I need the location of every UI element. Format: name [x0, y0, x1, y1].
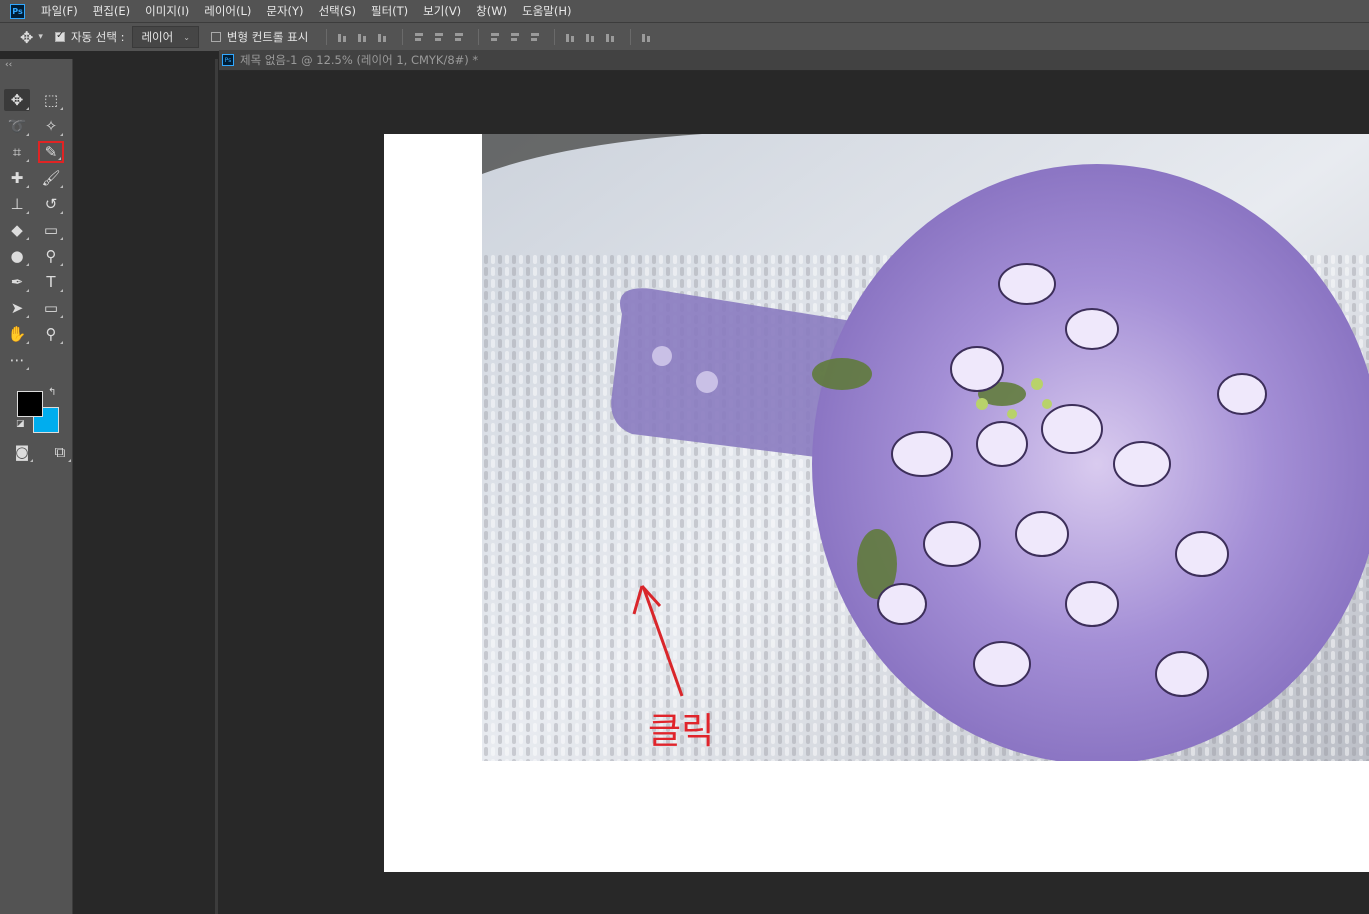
menu-view[interactable]: 보기(V) — [423, 3, 461, 19]
menu-type[interactable]: 문자(Y) — [266, 3, 303, 19]
auto-select-value: 레이어 — [141, 30, 174, 44]
menu-bar: Ps 파일(F) 편집(E) 이미지(I) 레이어(L) 문자(Y) 선택(S)… — [0, 0, 1369, 22]
align-left-icon[interactable] — [413, 32, 424, 43]
eraser-tool-icon[interactable]: ◆ — [4, 219, 30, 241]
align-horizontal-center-icon[interactable] — [433, 32, 444, 43]
distribute-vertical-center-icon[interactable] — [509, 32, 520, 43]
chevron-down-icon: ⌄ — [183, 32, 190, 42]
quick-mask-icon[interactable]: ◙ — [10, 441, 34, 463]
divider — [478, 29, 480, 45]
swap-colors-icon[interactable]: ↰ — [48, 387, 56, 398]
path-selection-tool-icon[interactable]: ➤ — [4, 297, 30, 319]
zoom-tool-icon[interactable]: ⚲ — [38, 323, 64, 345]
blur-tool-icon[interactable]: ● — [4, 245, 30, 267]
menu-select[interactable]: 선택(S) — [319, 3, 356, 19]
screen-mode-icon[interactable]: ⧉ — [48, 441, 72, 463]
annotation-click-label: 클릭 — [648, 711, 715, 752]
menu-file[interactable]: 파일(F) — [41, 3, 78, 19]
color-swatches: ↰ ◪ — [0, 381, 72, 433]
options-bar: ✥ ▾ 자동 선택 : 레이어 ⌄ 변형 컨트롤 표시 — [0, 22, 1369, 51]
distribute-bottom-icon[interactable] — [529, 32, 540, 43]
auto-select-checkbox[interactable] — [54, 30, 65, 42]
photoshop-logo-icon: Ps — [10, 3, 25, 19]
brush-tool-icon[interactable]: 🖌 — [38, 167, 64, 189]
document-title: 제목 없음-1 @ 12.5% (레이어 1, CMYK/8#) * — [240, 53, 479, 67]
lasso-tool-icon[interactable]: ➰ — [4, 115, 30, 137]
align-bottom-icon[interactable] — [377, 32, 388, 43]
divider — [554, 29, 556, 45]
menu-help[interactable]: 도움말(H) — [522, 3, 571, 19]
collapsed-panel-area — [73, 59, 218, 914]
crop-tool-icon[interactable]: ⌗ — [4, 141, 30, 163]
menu-window[interactable]: 창(W) — [476, 3, 507, 19]
auto-select-dropdown[interactable]: 레이어 ⌄ — [132, 26, 199, 48]
eyedropper-tool-icon[interactable]: ✎ — [38, 141, 64, 163]
placed-image-layer[interactable] — [482, 134, 1369, 761]
pen-tool-icon[interactable]: ✒ — [4, 271, 30, 293]
auto-select-label: 자동 선택 : — [70, 30, 125, 44]
move-tool-icon[interactable]: ✥ — [4, 89, 30, 111]
chevron-down-icon[interactable]: ▾ — [38, 32, 43, 42]
clone-stamp-tool-icon[interactable]: ⊥ — [4, 193, 30, 215]
transform-controls-checkbox[interactable] — [210, 32, 221, 42]
distribute-top-icon[interactable] — [489, 32, 500, 43]
transform-controls-label: 변형 컨트롤 표시 — [226, 30, 309, 44]
foreground-color-swatch[interactable] — [17, 391, 43, 417]
hand-tool-icon[interactable]: ✋ — [4, 323, 30, 345]
default-colors-icon[interactable]: ◪ — [16, 419, 25, 429]
align-top-icon[interactable] — [337, 32, 348, 43]
collapse-panel-icon[interactable]: ‹‹ — [0, 59, 72, 71]
move-tool-preset-icon[interactable]: ✥ — [20, 28, 33, 47]
menu-image[interactable]: 이미지(I) — [145, 3, 189, 19]
marquee-tool-icon[interactable]: ⬚ — [38, 89, 64, 111]
distribute-horizontal-center-icon[interactable] — [585, 32, 596, 43]
more-tools-icon[interactable]: ⋯ — [4, 349, 30, 371]
menu-layer[interactable]: 레이어(L) — [204, 3, 251, 19]
history-brush-tool-icon[interactable]: ↺ — [38, 193, 64, 215]
dodge-tool-icon[interactable]: ⚲ — [38, 245, 64, 267]
distribute-right-icon[interactable] — [605, 32, 616, 43]
type-tool-icon[interactable]: T — [38, 271, 64, 293]
distribute-left-icon[interactable] — [565, 32, 576, 43]
menu-filter[interactable]: 필터(T) — [371, 3, 408, 19]
document-tab[interactable]: Ps 제목 없음-1 @ 12.5% (레이어 1, CMYK/8#) * — [219, 50, 1369, 71]
tools-panel: ‹‹ ✥ ⬚ ➰ ✧ ⌗ ✎ ✚ 🖌 ⊥ ↺ ◆ ▭ ● ⚲ ✒ T ➤ ▭ ✋… — [0, 59, 73, 914]
healing-brush-tool-icon[interactable]: ✚ — [4, 167, 30, 189]
gradient-tool-icon[interactable]: ▭ — [38, 219, 64, 241]
divider — [326, 29, 328, 45]
auto-align-layers-icon[interactable] — [641, 32, 652, 43]
divider — [630, 29, 632, 45]
bouquet-photo — [482, 134, 1369, 761]
rectangle-tool-icon[interactable]: ▭ — [38, 297, 64, 319]
magic-wand-tool-icon[interactable]: ✧ — [38, 115, 64, 137]
menu-edit[interactable]: 편집(E) — [93, 3, 130, 19]
document-icon: Ps — [222, 54, 234, 66]
divider — [402, 29, 404, 45]
align-vertical-center-icon[interactable] — [357, 32, 368, 43]
align-right-icon[interactable] — [453, 32, 464, 43]
